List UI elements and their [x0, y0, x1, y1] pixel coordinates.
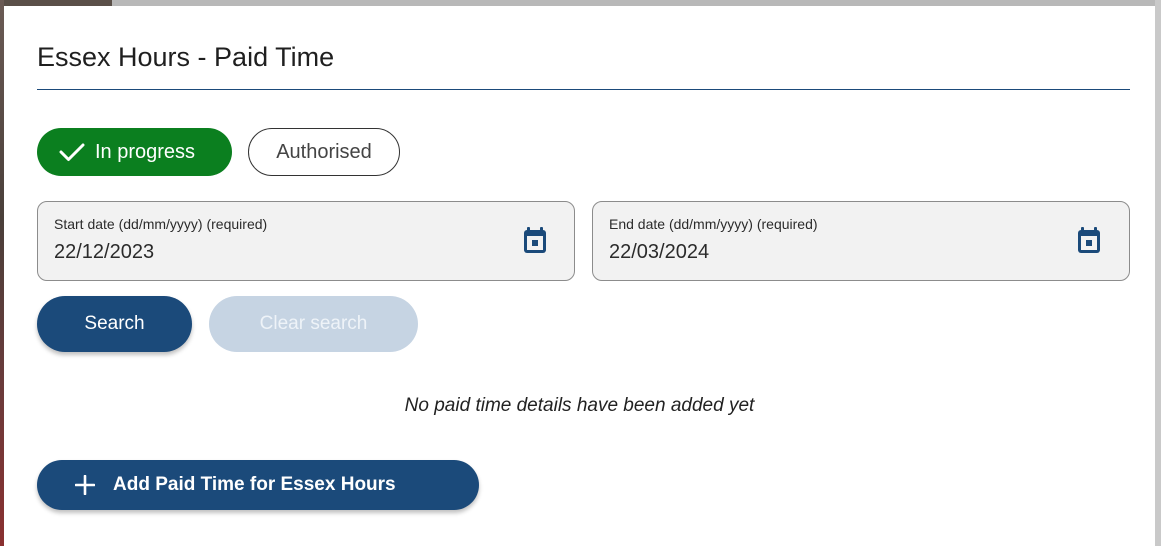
end-date-label: End date (dd/mm/yyyy) (required) [609, 216, 818, 232]
title-divider [37, 89, 1130, 90]
paid-time-dialog: Essex Hours - Paid Time In progress Auth… [4, 6, 1155, 546]
status-filter-label: In progress [95, 140, 196, 163]
calendar-icon[interactable] [1076, 225, 1102, 255]
status-filter-label: Authorised [276, 140, 372, 163]
calendar-icon[interactable] [522, 225, 548, 255]
start-date-label: Start date (dd/mm/yyyy) (required) [54, 216, 268, 232]
add-paid-time-label: Add Paid Time for Essex Hours [113, 474, 396, 495]
check-icon [59, 143, 85, 161]
status-filter-in-progress[interactable]: In progress [37, 128, 232, 176]
start-date-input[interactable]: 22/12/2023 [54, 241, 154, 264]
end-date-field[interactable]: End date (dd/mm/yyyy) (required) 22/03/2… [592, 201, 1130, 281]
add-paid-time-button[interactable]: Add Paid Time for Essex Hours [37, 460, 479, 510]
status-filter-authorised[interactable]: Authorised [248, 128, 400, 176]
start-date-field[interactable]: Start date (dd/mm/yyyy) (required) 22/12… [37, 201, 575, 281]
clear-search-button[interactable]: Clear search [209, 296, 418, 352]
dialog-title: Essex Hours - Paid Time [37, 42, 335, 72]
search-button[interactable]: Search [37, 296, 192, 352]
background-right-edge [1155, 0, 1161, 546]
empty-state-message: No paid time details have been added yet [404, 395, 755, 416]
end-date-input[interactable]: 22/03/2024 [609, 241, 709, 264]
plus-icon [75, 475, 95, 495]
